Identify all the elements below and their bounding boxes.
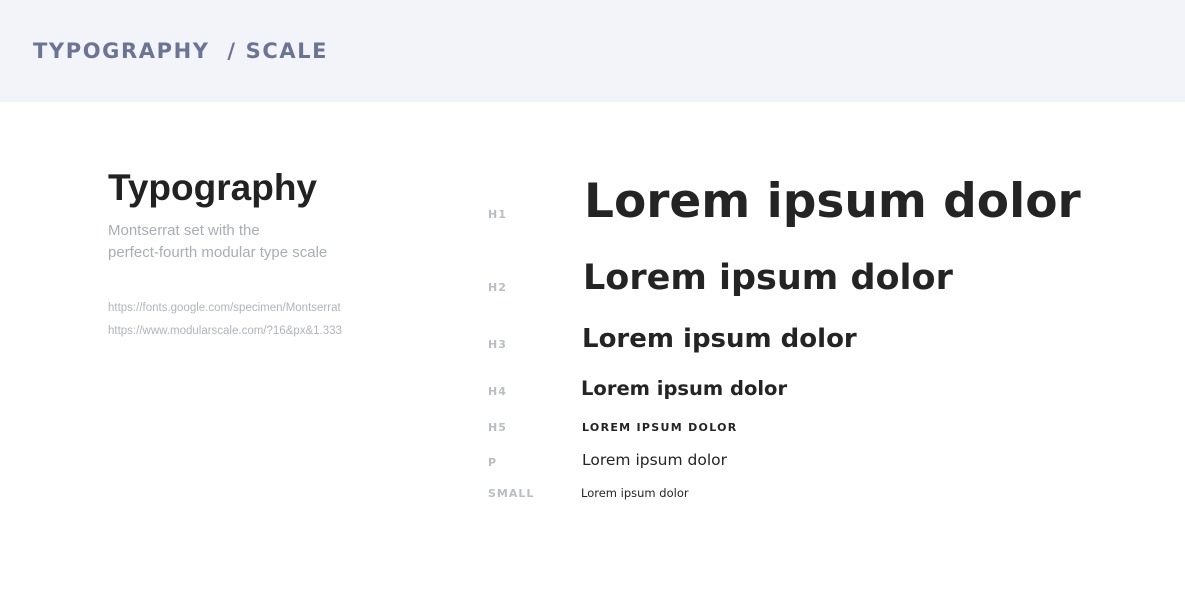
scale-sample-h4: Lorem ipsum dolor bbox=[581, 377, 788, 400]
intro-panel: Typography Montserrat set with the perfe… bbox=[108, 166, 408, 343]
scale-sample-h3: Lorem ipsum dolor bbox=[582, 324, 857, 354]
description-line: perfect-fourth modular type scale bbox=[108, 244, 328, 261]
scale-sample-p: Lorem ipsum dolor bbox=[582, 451, 727, 469]
scale-label-small: SMALL bbox=[488, 487, 535, 500]
section-title: Typography bbox=[108, 167, 317, 208]
description-line: Montserrat set with the bbox=[108, 222, 260, 239]
scale-sample-h5: LOREM IPSUM DOLOR bbox=[582, 421, 738, 434]
reference-links: https://fonts.google.com/specimen/Montse… bbox=[108, 297, 408, 343]
scale-sample-h2: Lorem ipsum dolor bbox=[583, 258, 953, 298]
typography-scale-page: TYPOGRAPHY / SCALE Typography Montserrat… bbox=[0, 0, 1185, 592]
scale-sample-small: Lorem ipsum dolor bbox=[581, 486, 689, 500]
scale-sample-h1: Lorem ipsum dolor bbox=[584, 174, 1081, 229]
link-modularscale[interactable]: https://www.modularscale.com/?16&px&1.33… bbox=[108, 320, 408, 343]
section-description: Montserrat set with the perfect-fourth m… bbox=[108, 220, 408, 264]
scale-label-h1: H1 bbox=[488, 208, 507, 221]
header-bar: TYPOGRAPHY / SCALE bbox=[0, 0, 1185, 102]
scale-label-h5: H5 bbox=[488, 421, 507, 434]
page-title: TYPOGRAPHY / SCALE bbox=[33, 39, 329, 63]
scale-label-p: P bbox=[488, 456, 498, 469]
scale-label-h2: H2 bbox=[488, 281, 507, 294]
scale-label-h4: H4 bbox=[488, 385, 507, 398]
scale-label-h3: H3 bbox=[488, 338, 507, 351]
link-montserrat[interactable]: https://fonts.google.com/specimen/Montse… bbox=[108, 297, 408, 320]
